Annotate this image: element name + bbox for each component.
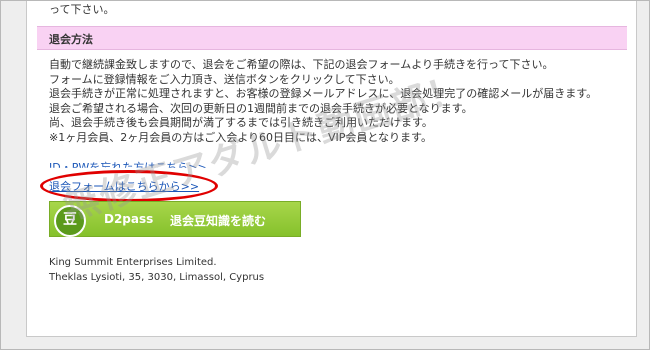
screenshot-frame: って下さい。 退会方法 自動で継続課金致しますので、退会をご希望の際は、下記の退…: [0, 0, 650, 350]
banner-brand: D2pass: [104, 212, 154, 226]
instructions-text: 自動で継続課金致しますので、退会をご希望の際は、下記の退会フォームより手続きを行…: [49, 58, 629, 145]
instruction-line: ※1ヶ月会員、2ヶ月会員の方はご入会より60日目には、VIP会員となります。: [49, 130, 432, 144]
bean-icon: 豆: [54, 205, 86, 237]
banner-label: 退会豆知識を読む: [170, 214, 267, 228]
company-info: King Summit Enterprises Limited. Theklas…: [49, 255, 264, 285]
instruction-line: フォームに登録情報をご入力頂き、送信ボタンをクリックして下さい。: [49, 72, 400, 86]
company-address: Theklas Lysioti, 35, 3030, Limassol, Cyp…: [49, 272, 265, 283]
instruction-line: 自動で継続課金致しますので、退会をご希望の際は、下記の退会フォームより手続きを行…: [49, 58, 554, 71]
section-header: 退会方法: [37, 26, 627, 50]
instruction-line: 退会手続きが正常に処理されますと、お客様の登録メールアドレスに、退会処理完了の確…: [49, 87, 598, 100]
company-name: King Summit Enterprises Limited.: [49, 257, 217, 268]
section-title: 退会方法: [49, 33, 93, 46]
instruction-line: 退会ご希望される場合、次回の更新日の1週間前までの退会手続きが必要となります。: [49, 101, 473, 115]
content-panel: って下さい。 退会方法 自動で継続課金致しますので、退会をご希望の際は、下記の退…: [26, 1, 637, 337]
d2pass-quit-tips-banner[interactable]: 豆 D2pass 退会豆知識を読む: [49, 201, 301, 237]
instruction-line: 尚、退会手続き後も会員期間が満了するまでは引き続きご利用いただけます。: [49, 116, 433, 129]
previous-paragraph-tail: って下さい。: [49, 3, 115, 16]
red-highlight-circle: [40, 170, 218, 202]
